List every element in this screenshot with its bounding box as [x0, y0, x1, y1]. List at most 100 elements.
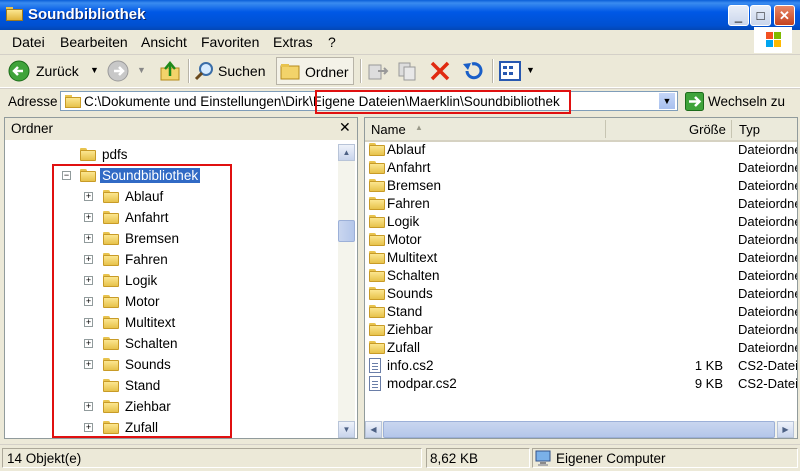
scroll-down-button[interactable]: ▼ [338, 421, 355, 438]
folder-icon [65, 95, 81, 108]
arrow-up-icon: ▲ [342, 148, 351, 157]
toolbar: Zurück ▼ ▼ Suchen Ordner ▼ [0, 55, 800, 88]
list-item[interactable]: info.cs2 1 KB CS2-Datei [365, 357, 797, 375]
column-size[interactable]: Größe [689, 122, 726, 137]
windows-logo [754, 27, 792, 53]
window-title: Soundbibliothek [28, 6, 146, 23]
menu-datei[interactable]: Datei [12, 34, 45, 50]
search-icon [194, 62, 213, 81]
list-item[interactable]: LogikDateiordner [365, 213, 797, 231]
list-item[interactable]: AblaufDateiordner [365, 141, 797, 159]
status-size-cell: 8,62 KB [426, 448, 530, 468]
maximize-icon: □ [756, 8, 765, 23]
column-type[interactable]: Typ [739, 122, 760, 137]
toolbar-separator [492, 59, 494, 83]
go-button[interactable]: Wechseln zu [684, 91, 796, 113]
file-icon [369, 376, 381, 391]
list-horizontal-scrollbar[interactable]: ◀ ▶ [365, 421, 797, 438]
list-item[interactable]: FahrenDateiordner [365, 195, 797, 213]
address-bar: Adresse ▼ C:\Dokumente und Einstellungen… [0, 88, 800, 115]
folder-icon [369, 269, 385, 282]
delete-button[interactable] [428, 59, 454, 83]
title-bar[interactable]: Soundbibliothek _ □ ✕ [0, 0, 800, 30]
folder-icon [369, 233, 385, 246]
menu-help[interactable]: ? [328, 34, 336, 50]
scroll-thumb[interactable] [383, 421, 775, 438]
list-item[interactable]: MotorDateiordner [365, 231, 797, 249]
close-icon: ✕ [339, 119, 351, 135]
list-item[interactable]: SchaltenDateiordner [365, 267, 797, 285]
up-folder-button[interactable] [156, 57, 184, 85]
up-folder-icon [160, 61, 180, 81]
close-button[interactable]: ✕ [774, 5, 795, 26]
chevron-down-icon: ▼ [90, 65, 99, 75]
back-label: Zurück [36, 63, 79, 79]
search-button[interactable]: Suchen [192, 57, 272, 85]
forward-arrow-icon [107, 60, 129, 82]
close-pane-button[interactable]: ✕ [339, 119, 351, 136]
toolbar-separator [360, 59, 362, 83]
undo-button[interactable] [460, 59, 486, 83]
list-item[interactable]: BremsenDateiordner [365, 177, 797, 195]
menu-bearbeiten[interactable]: Bearbeiten [60, 34, 128, 50]
chevron-down-icon: ▼ [662, 96, 672, 106]
folder-icon [369, 143, 385, 156]
scroll-right-button[interactable]: ▶ [777, 421, 794, 438]
folder-icon [369, 197, 385, 210]
folder-icon [80, 148, 96, 161]
computer-icon [535, 450, 551, 466]
folders-button[interactable]: Ordner [276, 57, 354, 85]
folder-icon [369, 323, 385, 336]
list-item[interactable]: AnfahrtDateiordner [365, 159, 797, 177]
scroll-thumb[interactable] [338, 220, 355, 242]
folder-icon [369, 215, 385, 228]
move-to-icon [368, 64, 389, 80]
column-header: Name ▲ Größe Typ [365, 118, 797, 142]
list-item[interactable]: ZufallDateiordner [365, 339, 797, 357]
menu-favoriten[interactable]: Favoriten [201, 34, 259, 50]
tree-item-pdfs[interactable]: pdfs [5, 145, 335, 166]
arrow-right-icon: ▶ [782, 425, 789, 434]
menu-ansicht[interactable]: Ansicht [141, 34, 187, 50]
maximize-button[interactable]: □ [750, 5, 771, 26]
path-highlight-box [315, 90, 571, 114]
folder-icon [369, 251, 385, 264]
toolbar-separator [188, 59, 190, 83]
back-button[interactable]: Zurück ▼ [4, 57, 100, 85]
scroll-left-button[interactable]: ◀ [365, 421, 382, 438]
address-label: Adresse [8, 94, 58, 109]
menu-extras[interactable]: Extras [273, 34, 313, 50]
delete-x-icon [430, 61, 450, 81]
column-divider[interactable] [731, 120, 732, 138]
minimize-icon: _ [734, 8, 743, 23]
address-dropdown-button[interactable]: ▼ [658, 92, 676, 110]
views-button[interactable]: ▼ [498, 59, 538, 83]
minimize-button[interactable]: _ [728, 5, 749, 26]
arrow-left-icon: ◀ [370, 425, 377, 434]
scroll-up-button[interactable]: ▲ [338, 144, 355, 161]
status-objects-cell: 14 Objekt(e) [2, 448, 422, 468]
list-item[interactable]: SoundsDateiordner [365, 285, 797, 303]
folders-label: Ordner [305, 64, 349, 80]
move-to-button[interactable] [366, 59, 390, 83]
folder-open-icon [6, 7, 23, 21]
sort-ascending-icon: ▲ [415, 123, 423, 132]
tree-vertical-scrollbar[interactable]: ▲ ▼ [338, 144, 355, 438]
list-item[interactable]: MultitextDateiordner [365, 249, 797, 267]
forward-button[interactable]: ▼ [104, 57, 152, 85]
list-item[interactable]: modpar.cs2 9 KB CS2-Datei [365, 375, 797, 393]
status-location: Eigener Computer [556, 451, 666, 466]
tree-highlight-box [52, 164, 232, 438]
list-item[interactable]: StandDateiordner [365, 303, 797, 321]
folder-pane-header: Ordner ✕ [5, 118, 357, 141]
folder-icon [369, 305, 385, 318]
copy-to-button[interactable] [396, 59, 420, 83]
close-icon: ✕ [779, 8, 790, 23]
chevron-down-icon: ▼ [137, 65, 146, 75]
status-bar: 14 Objekt(e) 8,62 KB Eigener Computer [0, 444, 800, 471]
column-divider[interactable] [605, 120, 606, 138]
file-list-pane: Name ▲ Größe Typ AblaufDateiordner Anfah… [364, 117, 798, 439]
back-arrow-icon [8, 60, 30, 82]
column-name[interactable]: Name [371, 122, 406, 137]
list-item[interactable]: ZiehbarDateiordner [365, 321, 797, 339]
